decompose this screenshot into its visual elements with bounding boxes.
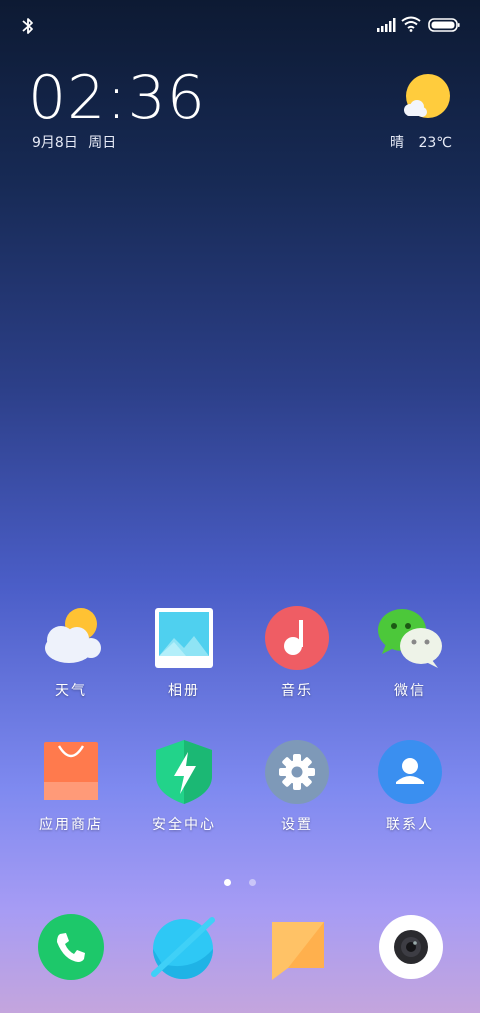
clock-date: 9月8日 周日: [32, 135, 117, 151]
wifi-icon: [401, 16, 421, 32]
status-bar: [0, 0, 480, 50]
app-label: 安全中心: [152, 817, 216, 833]
clock-time[interactable]: 02:36: [28, 64, 206, 132]
gallery-icon: [150, 604, 218, 672]
app-weather[interactable]: 天气: [16, 604, 126, 700]
sun-cloud-icon[interactable]: [398, 72, 452, 124]
app-security[interactable]: 安全中心: [129, 738, 239, 834]
page-dot-1[interactable]: [224, 879, 232, 886]
app-label: 天气: [55, 683, 87, 699]
music-icon: [263, 604, 331, 672]
dock-browser[interactable]: [148, 912, 218, 982]
app-label: 联系人: [386, 817, 434, 833]
dock-messages[interactable]: [268, 912, 338, 982]
wechat-icon: [376, 604, 444, 672]
app-label: 微信: [394, 683, 426, 699]
app-store[interactable]: 应用商店: [16, 738, 126, 834]
weather-summary: 晴 23℃: [380, 132, 452, 152]
dock-phone[interactable]: [36, 912, 106, 982]
phone-icon: [38, 914, 104, 980]
signal-icon: [377, 18, 396, 32]
app-label: 设置: [281, 817, 313, 833]
gear-icon: [263, 738, 331, 806]
app-label: 应用商店: [39, 817, 103, 833]
page-indicator: [0, 871, 480, 890]
shopping-bag-icon: [37, 738, 105, 806]
app-contacts[interactable]: 联系人: [355, 738, 465, 834]
battery-icon: [428, 18, 460, 32]
page-dot-2[interactable]: [248, 879, 256, 886]
app-music[interactable]: 音乐: [242, 604, 352, 700]
weather-condition: 晴: [390, 135, 404, 151]
app-label: 相册: [168, 683, 200, 699]
message-icon: [272, 922, 324, 980]
bluetooth-icon: [22, 18, 33, 34]
app-wechat[interactable]: 微信: [355, 604, 465, 700]
app-label: 音乐: [281, 683, 313, 699]
browser-icon: [151, 917, 215, 979]
dock-camera[interactable]: [376, 912, 446, 982]
weather-temperature: 23℃: [418, 135, 452, 151]
weather-icon: [37, 604, 105, 672]
camera-icon: [379, 915, 443, 979]
contact-icon: [376, 738, 444, 806]
shield-icon: [150, 738, 218, 806]
app-gallery[interactable]: 相册: [129, 604, 239, 700]
app-settings[interactable]: 设置: [242, 738, 352, 834]
